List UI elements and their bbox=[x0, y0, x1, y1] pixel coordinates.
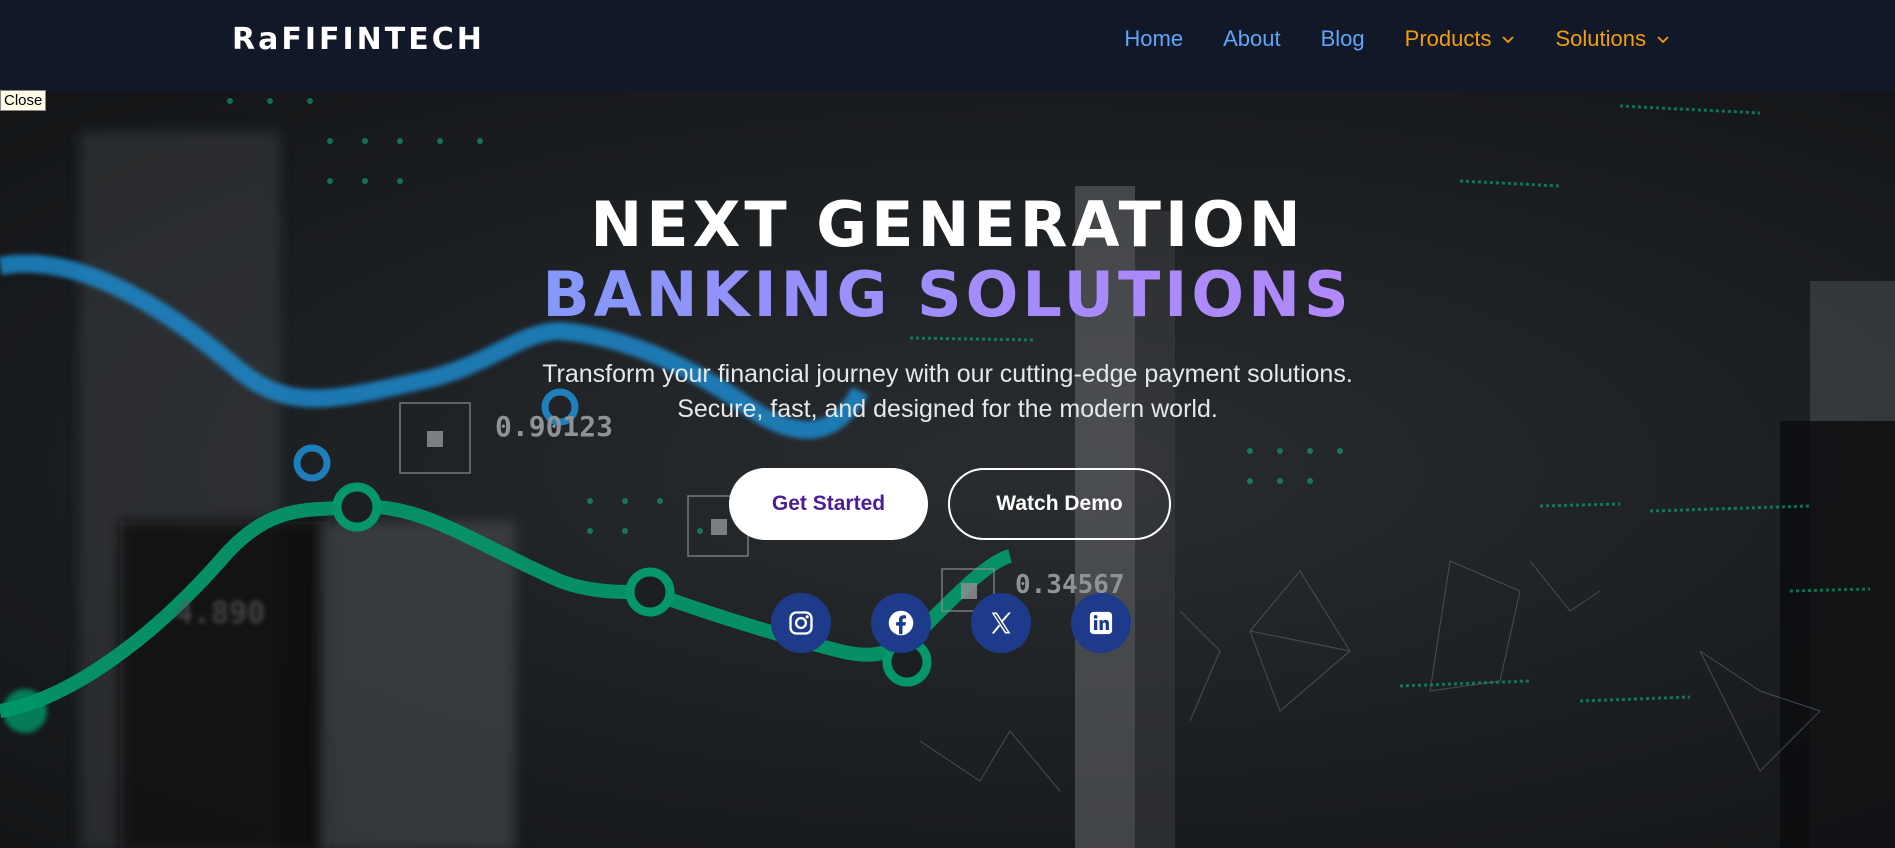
nav-solutions[interactable]: Solutions bbox=[1555, 26, 1670, 52]
nav-blog[interactable]: Blog bbox=[1321, 26, 1365, 52]
chevron-down-icon bbox=[1502, 36, 1515, 44]
x-link[interactable] bbox=[971, 593, 1031, 653]
brand-logo[interactable]: RaFIFINTECH bbox=[232, 22, 485, 57]
nav-home[interactable]: Home bbox=[1124, 26, 1183, 52]
nav-products-label: Products bbox=[1404, 26, 1492, 51]
chevron-down-icon bbox=[1657, 36, 1669, 44]
watch-demo-button[interactable]: Watch Demo bbox=[948, 468, 1171, 540]
nav-blog-label: Blog bbox=[1320, 26, 1365, 51]
x-icon bbox=[991, 612, 1011, 634]
get-started-button[interactable]: Get Started bbox=[729, 468, 928, 540]
get-started-label: Get Started bbox=[771, 492, 886, 515]
hero-section: 0.90123 0.34567 4.890 NEXT GENERATION BA… bbox=[0, 91, 1895, 848]
facebook-icon bbox=[888, 610, 914, 636]
instagram-link[interactable] bbox=[771, 593, 831, 653]
nav-about-label: About bbox=[1223, 26, 1281, 51]
watch-demo-label: Watch Demo bbox=[996, 492, 1123, 515]
instagram-icon bbox=[789, 611, 813, 635]
nav-home-label: Home bbox=[1124, 26, 1184, 51]
nav-menu: Home About Blog Products Solutions bbox=[1124, 26, 1670, 52]
hero-subtitle-line1: Transform your financial journey with ou… bbox=[542, 360, 1353, 388]
nav-solutions-label: Solutions bbox=[1555, 26, 1646, 51]
hero-title-line2: BANKING SOLUTIONS bbox=[0, 259, 1895, 331]
nav-products[interactable]: Products bbox=[1405, 26, 1516, 52]
hero-subtitle-line2: Secure, fast, and designed for the moder… bbox=[677, 395, 1218, 423]
hero-title-line1: NEXT GENERATION bbox=[590, 188, 1305, 261]
top-navbar: RaFIFINTECH Home About Blog Products Sol… bbox=[0, 0, 1895, 91]
close-button[interactable]: Close bbox=[0, 90, 47, 111]
linkedin-icon bbox=[1089, 611, 1113, 635]
bg-number: 4.890 bbox=[175, 596, 265, 631]
nav-about[interactable]: About bbox=[1223, 26, 1281, 52]
linkedin-link[interactable] bbox=[1071, 593, 1131, 653]
facebook-link[interactable] bbox=[871, 593, 931, 653]
